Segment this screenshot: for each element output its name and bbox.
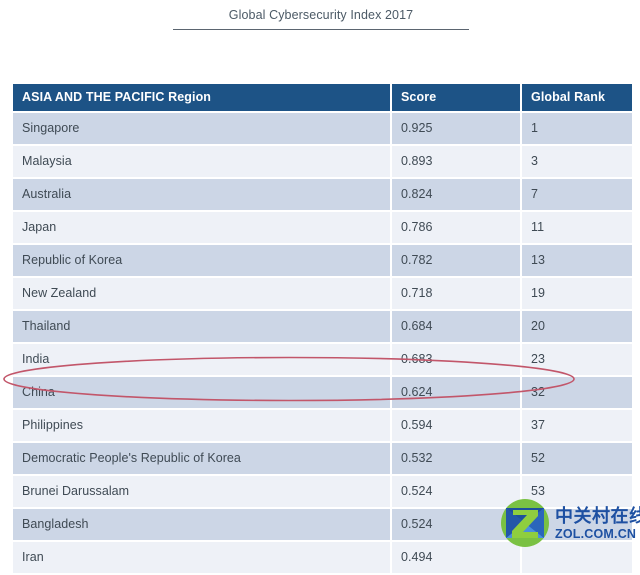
- zol-watermark-english: ZOL.COM.CN: [555, 527, 637, 542]
- table-row: Malaysia 0.893 3: [13, 146, 632, 177]
- cell-region: Bangladesh: [13, 509, 390, 540]
- cell-region: Brunei Darussalam: [13, 476, 390, 507]
- cell-score: 0.683: [392, 344, 520, 375]
- table-header-row: ASIA AND THE PACIFIC Region Score Global…: [13, 84, 632, 111]
- table-row: China 0.624 32: [13, 377, 632, 408]
- zol-watermark: 中关村在线 ZOL.COM.CN: [500, 495, 640, 551]
- cell-rank: 19: [522, 278, 632, 309]
- cell-rank: 11: [522, 212, 632, 243]
- cell-region: China: [13, 377, 390, 408]
- table-row: Democratic People's Republic of Korea 0.5…: [13, 443, 632, 474]
- cell-score: 0.782: [392, 245, 520, 276]
- column-header-region: ASIA AND THE PACIFIC Region: [13, 84, 390, 111]
- cell-region: Japan: [13, 212, 390, 243]
- cell-region: Singapore: [13, 113, 390, 144]
- table-row: India 0.683 23: [13, 344, 632, 375]
- cell-score: 0.893: [392, 146, 520, 177]
- column-header-rank: Global Rank: [522, 84, 632, 111]
- cell-region: India: [13, 344, 390, 375]
- zol-watermark-text: 中关村在线 ZOL.COM.CN: [555, 505, 640, 541]
- cell-rank: 32: [522, 377, 632, 408]
- table-row: Singapore 0.925 1: [13, 113, 632, 144]
- table-row: Australia 0.824 7: [13, 179, 632, 210]
- zol-logo-icon: [500, 498, 550, 548]
- cell-rank: 52: [522, 443, 632, 474]
- cell-rank: 37: [522, 410, 632, 441]
- cell-score: 0.824: [392, 179, 520, 210]
- cell-rank: 20: [522, 311, 632, 342]
- cell-score: 0.684: [392, 311, 520, 342]
- cell-region: Philippines: [13, 410, 390, 441]
- cell-rank: 3: [522, 146, 632, 177]
- cell-region: Democratic People's Republic of Korea: [13, 443, 390, 474]
- cell-rank: 23: [522, 344, 632, 375]
- page-title: Global Cybersecurity Index 2017: [228, 8, 414, 22]
- table-row: New Zealand 0.718 19: [13, 278, 632, 309]
- cell-region: Thailand: [13, 311, 390, 342]
- cell-score: 0.624: [392, 377, 520, 408]
- zol-watermark-chinese: 中关村在线: [555, 506, 640, 527]
- cell-rank: 7: [522, 179, 632, 210]
- cell-region: Republic of Korea: [13, 245, 390, 276]
- page-title-block: Global Cybersecurity Index 2017: [173, 6, 469, 30]
- cell-region: New Zealand: [13, 278, 390, 309]
- cell-score: 0.718: [392, 278, 520, 309]
- column-header-score: Score: [392, 84, 520, 111]
- cell-score: 0.594: [392, 410, 520, 441]
- table-row: Republic of Korea 0.782 13: [13, 245, 632, 276]
- table-row: Thailand 0.684 20: [13, 311, 632, 342]
- table-row: Japan 0.786 11: [13, 212, 632, 243]
- table-header: ASIA AND THE PACIFIC Region Score Global…: [13, 84, 632, 111]
- cell-score: 0.925: [392, 113, 520, 144]
- cell-region: Australia: [13, 179, 390, 210]
- cell-region: Malaysia: [13, 146, 390, 177]
- cell-rank: 1: [522, 113, 632, 144]
- title-divider: [173, 29, 469, 30]
- cell-score: 0.532: [392, 443, 520, 474]
- table-row: Philippines 0.594 37: [13, 410, 632, 441]
- cell-region: Iran: [13, 542, 390, 573]
- cell-score: 0.786: [392, 212, 520, 243]
- cell-rank: 13: [522, 245, 632, 276]
